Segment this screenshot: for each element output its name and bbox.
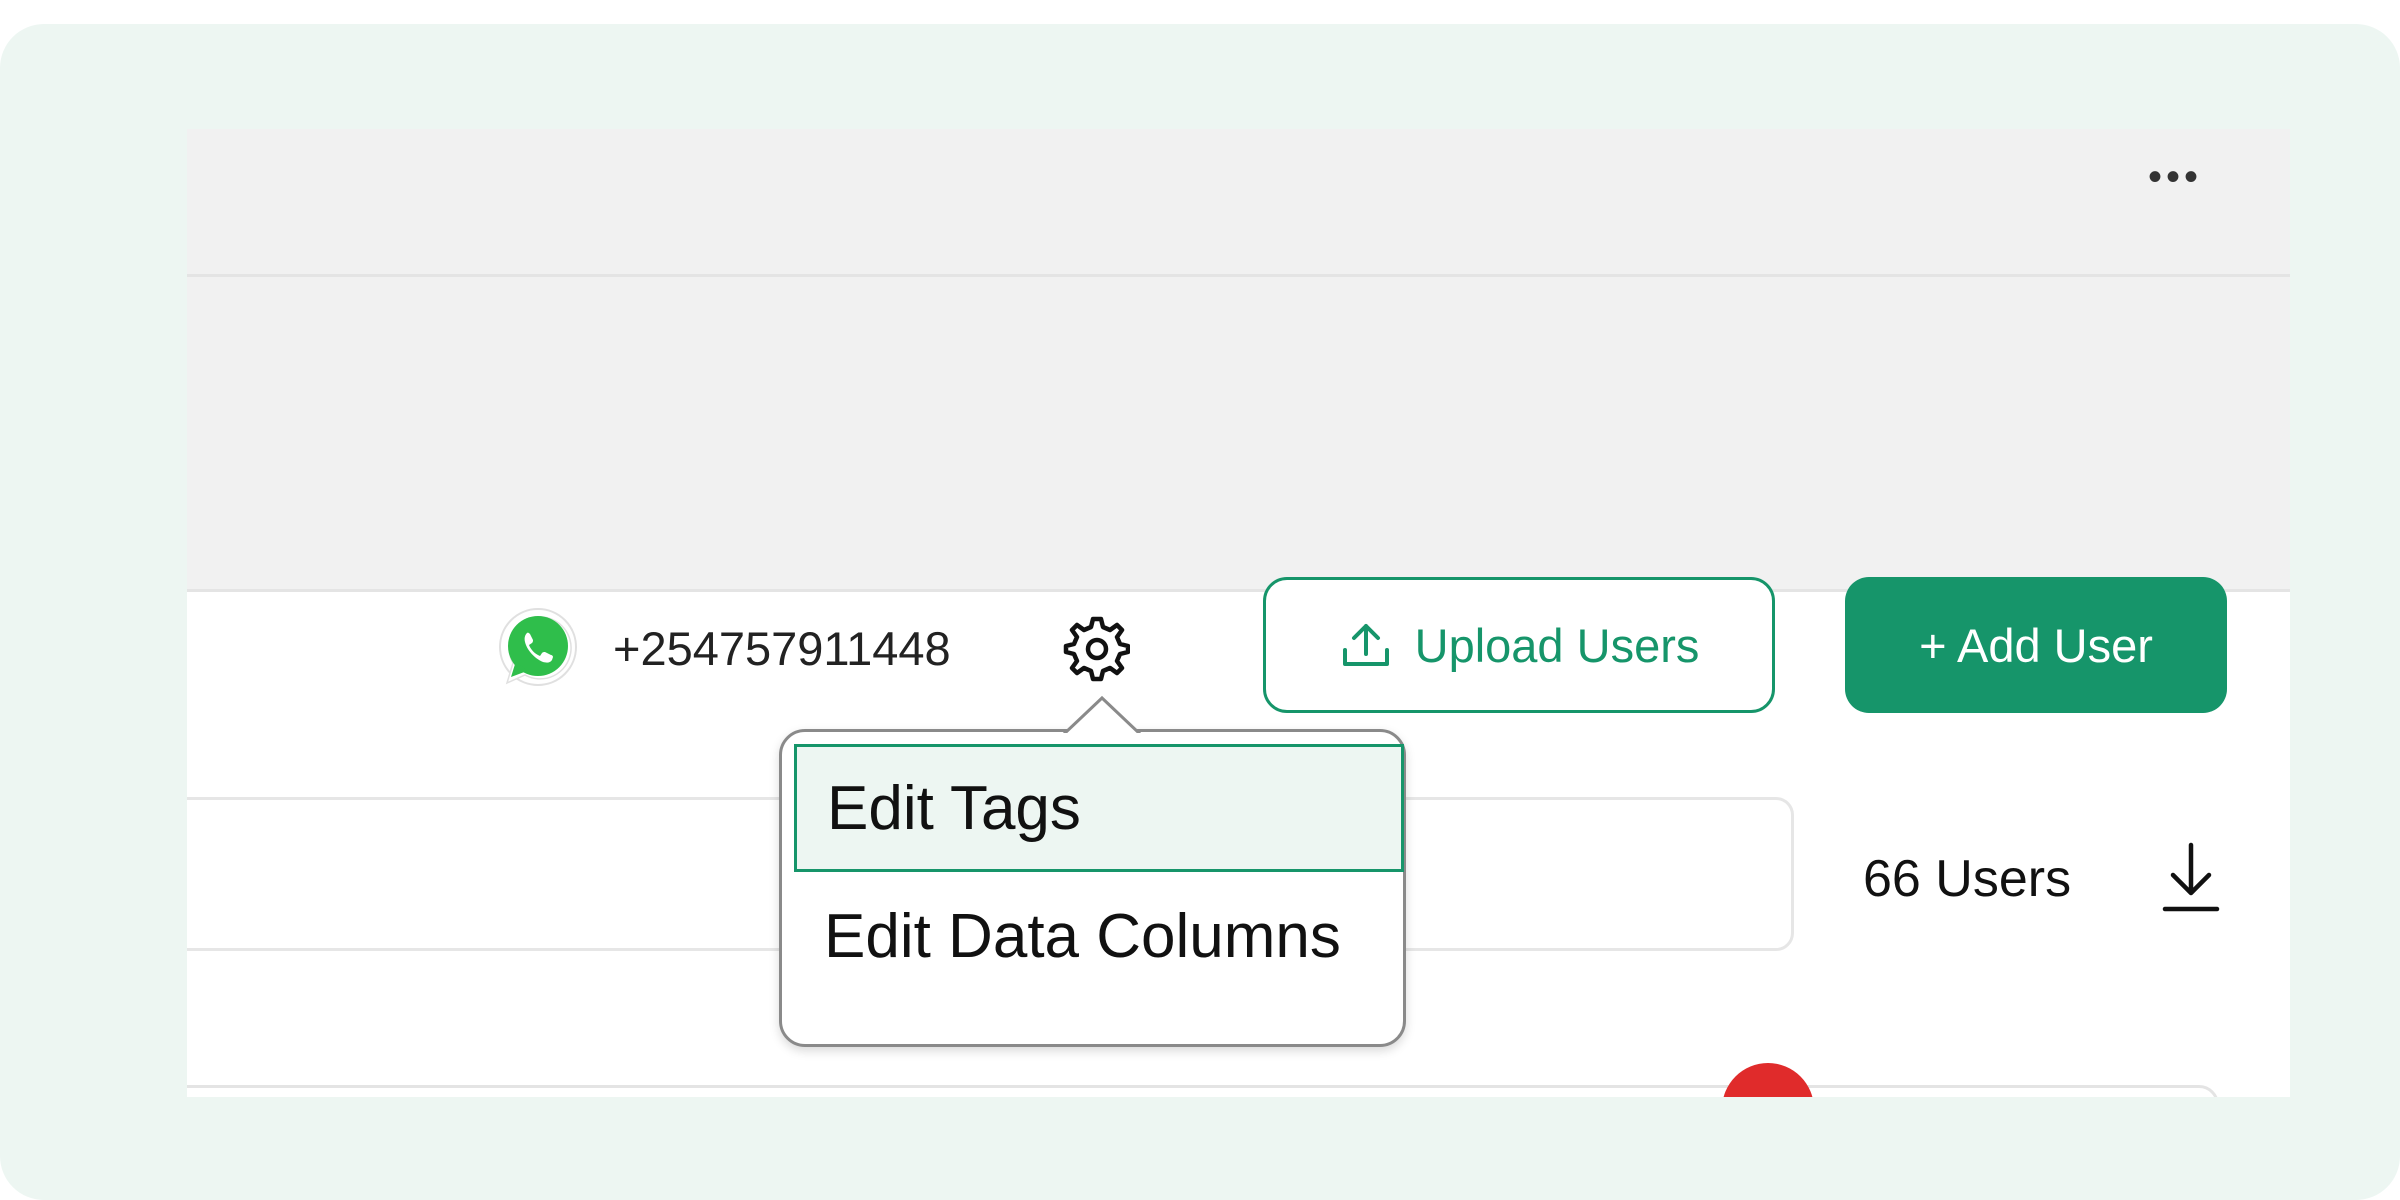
menu-item-edit-data-columns[interactable]: Edit Data Columns [794, 872, 1404, 1000]
table-row[interactable] [187, 1085, 2219, 1097]
upload-icon [1342, 624, 1389, 666]
add-user-label: + Add User [1919, 618, 2153, 672]
settings-dropdown-menu: Edit Tags Edit Data Columns [779, 695, 1406, 1047]
whatsapp-icon [499, 608, 577, 686]
add-user-button[interactable]: + Add User [1845, 577, 2227, 713]
gear-icon[interactable] [1060, 613, 1130, 683]
status-badge [1722, 1063, 1814, 1097]
menu-item-label: Edit Tags [827, 773, 1081, 843]
more-options-icon[interactable]: ••• [2148, 157, 2202, 197]
download-icon[interactable] [2159, 839, 2223, 919]
upload-users-button[interactable]: Upload Users [1263, 577, 1775, 713]
sub-header-bar [187, 277, 2290, 592]
app-frame: ••• +254757911448 Upload Users + Add Use… [187, 129, 2290, 1097]
whatsapp-phone-number: +254757911448 [613, 622, 951, 675]
upload-users-label: Upload Users [1414, 618, 1700, 672]
top-bar: ••• [187, 129, 2290, 277]
menu-item-label: Edit Data Columns [824, 901, 1341, 971]
user-count: 66 Users [1863, 850, 2072, 908]
menu-item-edit-tags[interactable]: Edit Tags [794, 744, 1404, 872]
